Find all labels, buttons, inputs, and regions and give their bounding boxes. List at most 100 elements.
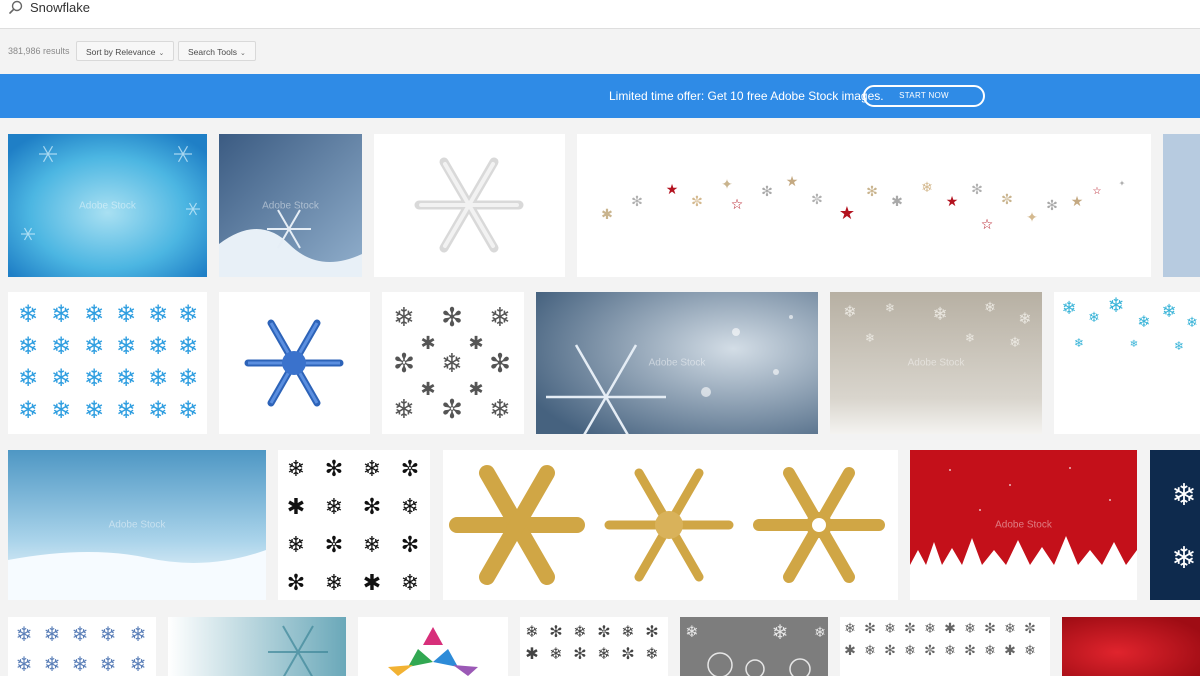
image-tile[interactable]: Adobe Stock — [536, 292, 818, 434]
image-tile[interactable]: ❄ ❄ ❄ ❄ ❄ ❄ ❄ ❄ ❄ ❄ — [8, 617, 156, 676]
svg-text:✱: ✱ — [891, 194, 903, 210]
svg-text:❄: ❄ — [393, 395, 415, 425]
svg-text:✱: ✱ — [944, 621, 956, 637]
svg-text:✻: ✻ — [971, 182, 983, 198]
svg-text:❄: ❄ — [363, 533, 381, 558]
svg-text:✦: ✦ — [721, 177, 733, 193]
image-tile[interactable]: Adobe Stock — [219, 134, 362, 277]
svg-text:❄: ❄ — [84, 396, 104, 424]
svg-text:❄: ❄ — [597, 644, 610, 663]
svg-text:❄: ❄ — [18, 364, 38, 392]
svg-text:❄: ❄ — [51, 300, 71, 328]
svg-text:✼: ✼ — [325, 533, 343, 558]
search-bar — [0, 0, 1200, 29]
svg-text:❄: ❄ — [489, 303, 511, 333]
svg-text:✱: ✱ — [525, 644, 538, 663]
svg-text:☆: ☆ — [731, 197, 744, 213]
svg-text:✻: ✻ — [325, 457, 343, 482]
svg-text:❄: ❄ — [645, 644, 658, 663]
image-tile[interactable] — [374, 134, 565, 277]
svg-text:❄: ❄ — [44, 622, 61, 646]
image-tile[interactable]: ❄ ✻ ❄ ✼ ❄ ✱ ❄ ✻ ❄ ✼ ✱ ❄ ✻ ❄ ✼ ❄ ✻ ❄ ✱ ❄ — [840, 617, 1050, 676]
svg-text:✻: ✻ — [884, 643, 896, 659]
image-tile[interactable]: Adobe Stock — [8, 450, 266, 600]
svg-text:❄: ❄ — [1174, 339, 1184, 353]
svg-text:❄: ❄ — [325, 495, 343, 520]
image-tile[interactable] — [358, 617, 508, 676]
search-tools-dropdown[interactable]: Search Tools ⌄ — [178, 41, 256, 61]
sort-by-relevance-dropdown[interactable]: Sort by Relevance ⌄ — [76, 41, 175, 61]
svg-text:✱: ✱ — [420, 379, 435, 400]
svg-text:❄: ❄ — [1137, 312, 1150, 331]
svg-text:❄: ❄ — [130, 622, 147, 646]
image-tile[interactable]: Adobe Stock — [8, 134, 207, 277]
svg-text:✱: ✱ — [287, 495, 305, 520]
image-tile[interactable]: ❄ ❄ ❄ — [680, 617, 828, 676]
svg-text:❄: ❄ — [489, 395, 511, 425]
svg-text:❄: ❄ — [573, 622, 586, 641]
image-tile[interactable]: ❄ ❄ ❄ ❄ ❄ ❄ ❄ ❄ Adobe Stock — [830, 292, 1042, 434]
svg-text:❄: ❄ — [100, 622, 117, 646]
svg-text:❄: ❄ — [1074, 336, 1084, 350]
svg-text:✼: ✼ — [597, 622, 610, 641]
image-tile[interactable] — [168, 617, 346, 676]
svg-text:✼: ✼ — [811, 192, 823, 208]
svg-text:❄: ❄ — [116, 396, 136, 424]
svg-text:✻: ✻ — [984, 621, 996, 637]
chevron-down-icon: ⌄ — [239, 50, 246, 57]
chevron-down-icon: ⌄ — [158, 50, 165, 57]
svg-text:❄: ❄ — [148, 364, 168, 392]
svg-text:✼: ✼ — [621, 644, 634, 663]
image-tile[interactable]: ❄ ❄ ❄ ❄ ❄ ❄ ❄ ❄ ❄ — [1054, 292, 1200, 434]
svg-text:❄: ❄ — [84, 364, 104, 392]
svg-text:✻: ✻ — [866, 184, 878, 200]
svg-text:❄: ❄ — [51, 332, 71, 360]
svg-text:❄: ❄ — [1108, 293, 1125, 317]
svg-text:❄: ❄ — [130, 652, 147, 676]
search-input[interactable] — [30, 0, 630, 16]
image-tile[interactable]: ❄ ✻ ❄ ✼ ❄ ✻ ❄ ✼ ❄ ✱ ✱ ✱ ✱ — [382, 292, 524, 434]
image-tile[interactable]: ✱ ✻ ★ ✼ ✦ ☆ ✻ ★ ✼ ★ ✻ ✱ ❄ ★ ✻ ☆ ✼ ✦ ✻ ★ ☆ ✦ — [577, 134, 1151, 277]
svg-text:❄: ❄ — [844, 621, 856, 637]
svg-text:✻: ✻ — [1046, 198, 1058, 214]
svg-text:❄: ❄ — [287, 533, 305, 558]
svg-text:✻: ✻ — [489, 349, 511, 379]
svg-text:❄: ❄ — [44, 652, 61, 676]
svg-text:❄: ❄ — [72, 652, 89, 676]
image-tile[interactable] — [219, 292, 370, 434]
svg-text:❄: ❄ — [884, 621, 896, 637]
svg-text:✱: ✱ — [601, 207, 613, 223]
svg-text:❄: ❄ — [325, 571, 343, 596]
svg-text:❄: ❄ — [148, 396, 168, 424]
svg-text:✼: ✼ — [441, 395, 463, 425]
image-tile[interactable] — [1163, 134, 1200, 277]
image-tile[interactable] — [443, 450, 898, 600]
svg-text:✱: ✱ — [468, 333, 483, 354]
svg-text:❄: ❄ — [178, 364, 198, 392]
svg-text:✻: ✻ — [864, 621, 876, 637]
image-tile[interactable]: ❄ ✻ ❄ ✼ ❄ ✻ ✱ ❄ ✻ ❄ ✼ ❄ — [520, 617, 668, 676]
start-now-button[interactable]: START NOW — [863, 85, 985, 107]
image-tile[interactable]: ❄ ✻ ❄ ✼ ✱ ❄ ✻ ❄ ❄ ✼ ❄ ✻ ✻ ❄ ✱ ❄ — [278, 450, 430, 600]
watermark: Adobe Stock — [262, 200, 319, 211]
svg-text:❄: ❄ — [865, 331, 875, 345]
image-tile[interactable]: ❄ ❄ — [1150, 450, 1200, 600]
image-tile[interactable]: ❄ ❄ ❄ ❄ ❄ ❄ ❄ ❄ ❄ ❄ ❄ ❄ ❄ ❄ ❄ ❄ ❄ ❄ ❄ ❄ ❄ ❄ ❄ ❄ — [8, 292, 207, 434]
svg-text:✱: ✱ — [468, 379, 483, 400]
svg-text:❄: ❄ — [100, 652, 117, 676]
svg-text:❄: ❄ — [1186, 315, 1198, 331]
svg-text:❄: ❄ — [843, 302, 856, 321]
svg-text:❄: ❄ — [393, 303, 415, 333]
svg-text:❄: ❄ — [51, 364, 71, 392]
svg-text:✻: ✻ — [363, 495, 381, 520]
svg-text:✻: ✻ — [964, 643, 976, 659]
image-tile[interactable]: Adobe Stock — [910, 450, 1137, 600]
svg-text:❄: ❄ — [116, 300, 136, 328]
svg-text:❄: ❄ — [72, 622, 89, 646]
promo-banner: Limited time offer: Get 10 free Adobe St… — [0, 74, 1200, 118]
svg-text:✼: ✼ — [1024, 621, 1036, 637]
search-icon[interactable] — [6, 0, 26, 16]
svg-text:✻: ✻ — [631, 194, 643, 210]
image-tile[interactable] — [1062, 617, 1200, 676]
svg-text:❄: ❄ — [984, 643, 996, 659]
